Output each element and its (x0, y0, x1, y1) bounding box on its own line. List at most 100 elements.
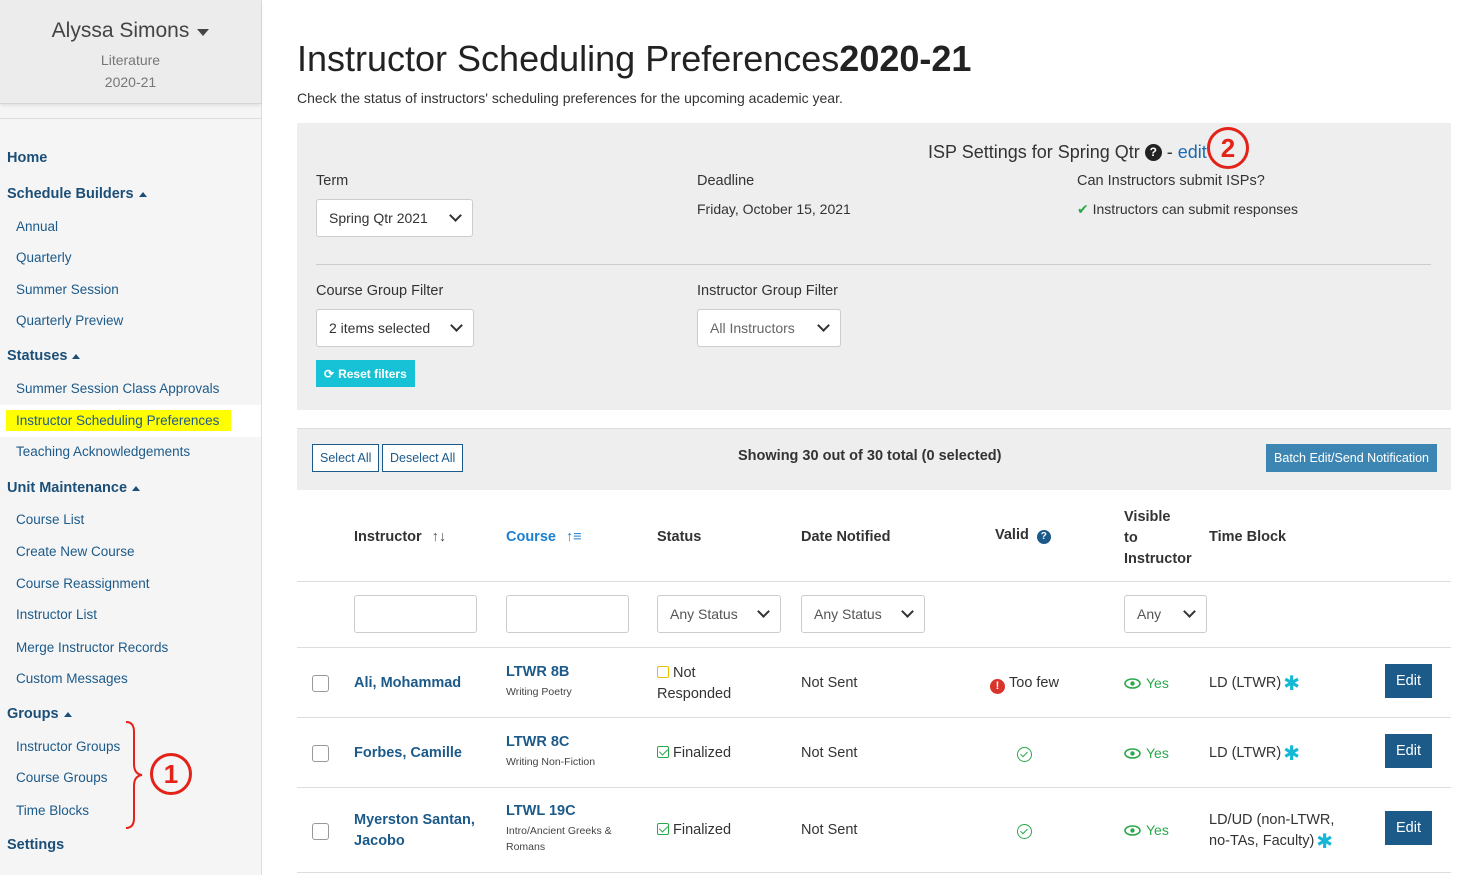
instructor-name[interactable]: Myerston Santan, Jacobo (354, 810, 475, 852)
asterisk-icon: ✱ (1283, 743, 1300, 765)
status-text: Not (673, 665, 696, 681)
caret-up-icon (138, 191, 147, 197)
nav-unit-maintenance[interactable]: Unit Maintenance (7, 480, 141, 496)
course-name: Writing Poetry (506, 686, 572, 698)
chevron-down-icon (817, 319, 830, 332)
instructor-name[interactable]: Forbes, Camille (354, 743, 462, 764)
nav-merge-instructor-records[interactable]: Merge Instructor Records (16, 640, 168, 655)
nav-unit-maintenance-label: Unit Maintenance (7, 480, 128, 496)
course-group-filter-value: 2 items selected (329, 320, 431, 336)
row-divider (297, 581, 1451, 582)
header-visible-to-instructor: Visible to Instructor (1124, 507, 1192, 570)
visible-cell: Yes (1124, 822, 1169, 838)
nav-settings[interactable]: Settings (7, 837, 64, 853)
eye-icon (1124, 747, 1141, 759)
instructor-filter-input[interactable] (354, 595, 477, 633)
user-menu[interactable]: Alyssa Simons (52, 19, 210, 43)
nav-groups[interactable]: Groups (7, 706, 72, 722)
nav-summer-session-class-approvals[interactable]: Summer Session Class Approvals (16, 381, 219, 396)
header-status: Status (657, 529, 702, 545)
sort-ascending-icon[interactable]: ↑≡ (566, 529, 582, 545)
nav-create-new-course[interactable]: Create New Course (16, 544, 135, 559)
sort-icon[interactable]: ↑↓ (432, 529, 447, 545)
date-notified: Not Sent (801, 822, 858, 838)
nav-quarterly-preview[interactable]: Quarterly Preview (16, 313, 123, 328)
nav-course-reassignment[interactable]: Course Reassignment (16, 576, 150, 591)
can-submit-label: Can Instructors submit ISPs? (1077, 173, 1265, 189)
nav-quarterly[interactable]: Quarterly (16, 250, 72, 265)
term-select[interactable]: Spring Qtr 2021 (316, 199, 473, 237)
time-block-text: LD (LTWR) (1209, 745, 1282, 761)
date-notified-filter-value: Any Status (814, 606, 882, 622)
instructor-group-filter-select[interactable]: All Instructors (697, 309, 841, 347)
course-name: Intro/Ancient Greeks & Romans (506, 823, 612, 855)
nav-course-list[interactable]: Course List (16, 512, 84, 527)
showing-count: Showing 30 out of 30 total (0 selected) (738, 448, 1002, 464)
row-checkbox[interactable] (312, 745, 329, 762)
annotation-marker-2: 2 (1207, 127, 1249, 169)
date-notified: Not Sent (801, 745, 858, 761)
nav-statuses[interactable]: Statuses (7, 348, 81, 364)
edit-row-button[interactable]: Edit (1385, 734, 1432, 768)
pending-status-icon (657, 666, 669, 678)
row-divider (297, 717, 1451, 718)
visible-filter-select[interactable]: Any (1124, 595, 1207, 633)
valid-cell: ! Too few (990, 673, 1059, 694)
page-description: Check the status of instructors' schedul… (297, 90, 843, 106)
nav-instructor-scheduling-preferences[interactable]: Instructor Scheduling Preferences (6, 410, 232, 431)
course-filter-input[interactable] (506, 595, 629, 633)
nav-course-groups[interactable]: Course Groups (16, 770, 108, 785)
header-date-notified: Date Notified (801, 529, 891, 545)
nav-custom-messages[interactable]: Custom Messages (16, 671, 128, 686)
nav-home[interactable]: Home (7, 150, 47, 166)
help-icon[interactable]: ? (1036, 530, 1051, 544)
deadline-label: Deadline (697, 173, 755, 189)
edit-isp-settings-link[interactable]: edit (1178, 142, 1207, 163)
header-valid: Valid? (995, 527, 1051, 544)
row-checkbox[interactable] (312, 675, 329, 692)
course-code[interactable]: LTWR 8B (506, 664, 569, 680)
can-submit-text: Instructors can submit responses (1092, 201, 1299, 217)
header-course[interactable]: Course ↑≡ (506, 529, 582, 545)
header-visible-line2: to (1124, 530, 1138, 546)
user-panel: Alyssa Simons Literature 2020-21 (0, 0, 261, 104)
course-name-line2: Romans (506, 841, 546, 853)
header-valid-label: Valid (995, 527, 1029, 543)
finalized-status-icon (657, 746, 669, 758)
batch-edit-button[interactable]: Batch Edit/Send Notification (1266, 444, 1437, 472)
select-all-button[interactable]: Select All (312, 444, 380, 472)
deselect-all-button[interactable]: Deselect All (382, 444, 464, 472)
main-content: Instructor Scheduling Preferences2020-21… (262, 0, 1460, 875)
instructor-name[interactable]: Ali, Mohammad (354, 673, 461, 694)
header-visible-line1: Visible (1124, 509, 1171, 525)
nav-schedule-builders[interactable]: Schedule Builders (7, 186, 147, 202)
chevron-down-icon (450, 319, 463, 332)
time-block-text-line1: LD/UD (non-LTWR, (1209, 812, 1335, 828)
reset-filters-button[interactable]: ⟳ Reset filters (316, 360, 415, 387)
header-instructor[interactable]: Instructor ↑↓ (354, 529, 446, 545)
isp-separator: - (1166, 142, 1173, 162)
settings-panel: ISP Settings for Spring Qtr ? - edit 2 T… (297, 123, 1451, 410)
nav-home-label: Home (7, 150, 48, 166)
nav-instructor-list[interactable]: Instructor List (16, 607, 97, 622)
status-filter-select[interactable]: Any Status (657, 595, 781, 633)
nav-annual[interactable]: Annual (16, 219, 58, 234)
course-code[interactable]: LTWR 8C (506, 734, 569, 750)
sidebar: Alyssa Simons Literature 2020-21 Home Sc… (0, 0, 262, 875)
nav-summer-session[interactable]: Summer Session (16, 282, 119, 297)
page-title-text: Instructor Scheduling Preferences (297, 38, 840, 79)
time-block-cell: LD (LTWR) ✱ (1209, 743, 1300, 765)
reset-filters-label: Reset filters (338, 366, 407, 381)
nav-instructor-groups[interactable]: Instructor Groups (16, 739, 120, 754)
row-checkbox[interactable] (312, 823, 329, 840)
nav-teaching-acknowledgements[interactable]: Teaching Acknowledgements (16, 444, 190, 459)
user-name: Alyssa Simons (51, 19, 190, 42)
course-group-filter-select[interactable]: 2 items selected (316, 309, 474, 347)
course-code[interactable]: LTWL 19C (506, 803, 576, 819)
date-notified-filter-select[interactable]: Any Status (801, 595, 925, 633)
nav-time-blocks[interactable]: Time Blocks (16, 803, 89, 818)
edit-row-button[interactable]: Edit (1385, 664, 1432, 698)
course-name-line1: Intro/Ancient Greeks & (506, 825, 612, 837)
edit-row-button[interactable]: Edit (1385, 811, 1432, 845)
help-icon[interactable]: ? (1144, 144, 1162, 161)
